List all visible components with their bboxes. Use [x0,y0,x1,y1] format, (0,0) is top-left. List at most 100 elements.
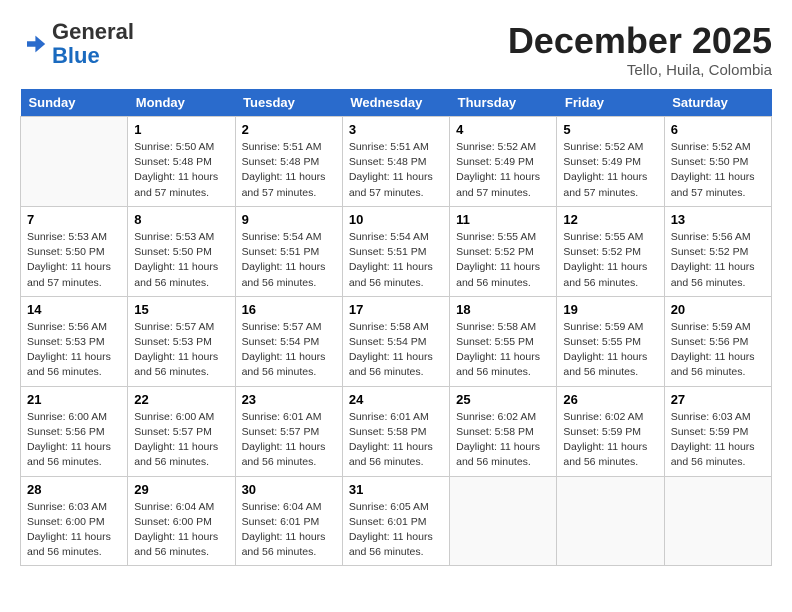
calendar-cell: 3 Sunrise: 5:51 AMSunset: 5:48 PMDaylight… [342,117,449,207]
day-number: 14 [27,302,121,317]
weekday-thursday: Thursday [450,89,557,117]
day-number: 26 [563,392,657,407]
weekday-saturday: Saturday [664,89,771,117]
calendar-cell: 11 Sunrise: 5:55 AMSunset: 5:52 PMDayligh… [450,206,557,296]
day-info: Sunrise: 5:57 AMSunset: 5:53 PMDaylight:… [134,320,228,381]
calendar-header: SundayMondayTuesdayWednesdayThursdayFrid… [21,89,772,117]
day-info: Sunrise: 5:53 AMSunset: 5:50 PMDaylight:… [134,230,228,291]
day-number: 19 [563,302,657,317]
day-number: 3 [349,122,443,137]
calendar-cell: 17 Sunrise: 5:58 AMSunset: 5:54 PMDayligh… [342,296,449,386]
day-info: Sunrise: 5:59 AMSunset: 5:56 PMDaylight:… [671,320,765,381]
title-block: December 2025 Tello, Huila, Colombia [508,20,772,79]
day-info: Sunrise: 5:58 AMSunset: 5:54 PMDaylight:… [349,320,443,381]
day-number: 9 [242,212,336,227]
day-number: 8 [134,212,228,227]
day-info: Sunrise: 6:02 AMSunset: 5:59 PMDaylight:… [563,410,657,471]
calendar-cell: 13 Sunrise: 5:56 AMSunset: 5:52 PMDayligh… [664,206,771,296]
day-info: Sunrise: 5:56 AMSunset: 5:53 PMDaylight:… [27,320,121,381]
weekday-wednesday: Wednesday [342,89,449,117]
logo-text: General Blue [52,20,134,68]
day-number: 2 [242,122,336,137]
calendar-cell: 21Sunrise: 6:00 AMSunset: 5:56 PMDayligh… [21,386,128,476]
logo-blue: Blue [52,43,100,68]
day-number: 6 [671,122,765,137]
day-number: 23 [242,392,336,407]
day-info: Sunrise: 6:02 AMSunset: 5:58 PMDaylight:… [456,410,550,471]
calendar-cell: 29 Sunrise: 6:04 AMSunset: 6:00 PMDayligh… [128,476,235,566]
calendar-cell: 9 Sunrise: 5:54 AMSunset: 5:51 PMDaylight… [235,206,342,296]
weekday-friday: Friday [557,89,664,117]
day-info: Sunrise: 5:52 AMSunset: 5:49 PMDaylight:… [563,140,657,201]
day-info: Sunrise: 5:53 AMSunset: 5:50 PMDaylight:… [27,230,121,291]
week-row-3: 21Sunrise: 6:00 AMSunset: 5:56 PMDayligh… [21,386,772,476]
day-info: Sunrise: 6:01 AMSunset: 5:58 PMDaylight:… [349,410,443,471]
day-info: Sunrise: 5:55 AMSunset: 5:52 PMDaylight:… [563,230,657,291]
day-number: 4 [456,122,550,137]
calendar-table: SundayMondayTuesdayWednesdayThursdayFrid… [20,89,772,566]
calendar-cell: 12 Sunrise: 5:55 AMSunset: 5:52 PMDayligh… [557,206,664,296]
day-number: 21 [27,392,121,407]
day-info: Sunrise: 5:54 AMSunset: 5:51 PMDaylight:… [349,230,443,291]
calendar-cell: 19 Sunrise: 5:59 AMSunset: 5:55 PMDayligh… [557,296,664,386]
day-number: 25 [456,392,550,407]
calendar-cell: 16Sunrise: 5:57 AMSunset: 5:54 PMDayligh… [235,296,342,386]
calendar-cell: 15 Sunrise: 5:57 AMSunset: 5:53 PMDayligh… [128,296,235,386]
logo-general: General [52,19,134,44]
day-number: 1 [134,122,228,137]
day-info: Sunrise: 6:05 AMSunset: 6:01 PMDaylight:… [349,500,443,561]
calendar-cell: 8 Sunrise: 5:53 AMSunset: 5:50 PMDaylight… [128,206,235,296]
weekday-header-row: SundayMondayTuesdayWednesdayThursdayFrid… [21,89,772,117]
day-number: 28 [27,482,121,497]
day-info: Sunrise: 5:51 AMSunset: 5:48 PMDaylight:… [242,140,336,201]
day-info: Sunrise: 6:01 AMSunset: 5:57 PMDaylight:… [242,410,336,471]
calendar-cell: 5 Sunrise: 5:52 AMSunset: 5:49 PMDaylight… [557,117,664,207]
calendar-cell [21,117,128,207]
calendar-cell: 25 Sunrise: 6:02 AMSunset: 5:58 PMDayligh… [450,386,557,476]
day-number: 15 [134,302,228,317]
day-info: Sunrise: 6:03 AMSunset: 5:59 PMDaylight:… [671,410,765,471]
day-number: 22 [134,392,228,407]
day-info: Sunrise: 5:52 AMSunset: 5:50 PMDaylight:… [671,140,765,201]
day-info: Sunrise: 5:51 AMSunset: 5:48 PMDaylight:… [349,140,443,201]
week-row-1: 7 Sunrise: 5:53 AMSunset: 5:50 PMDaylight… [21,206,772,296]
day-info: Sunrise: 6:00 AMSunset: 5:57 PMDaylight:… [134,410,228,471]
day-number: 5 [563,122,657,137]
day-info: Sunrise: 5:54 AMSunset: 5:51 PMDaylight:… [242,230,336,291]
week-row-0: 1 Sunrise: 5:50 AMSunset: 5:48 PMDaylight… [21,117,772,207]
calendar-cell: 28Sunrise: 6:03 AMSunset: 6:00 PMDayligh… [21,476,128,566]
day-info: Sunrise: 5:55 AMSunset: 5:52 PMDaylight:… [456,230,550,291]
day-number: 31 [349,482,443,497]
day-info: Sunrise: 6:04 AMSunset: 6:00 PMDaylight:… [134,500,228,561]
calendar-body: 1 Sunrise: 5:50 AMSunset: 5:48 PMDaylight… [21,117,772,566]
day-info: Sunrise: 6:04 AMSunset: 6:01 PMDaylight:… [242,500,336,561]
day-info: Sunrise: 5:56 AMSunset: 5:52 PMDaylight:… [671,230,765,291]
calendar-cell: 31 Sunrise: 6:05 AMSunset: 6:01 PMDayligh… [342,476,449,566]
calendar-cell: 10Sunrise: 5:54 AMSunset: 5:51 PMDayligh… [342,206,449,296]
calendar-cell: 30Sunrise: 6:04 AMSunset: 6:01 PMDayligh… [235,476,342,566]
logo: General Blue [20,20,134,68]
day-info: Sunrise: 5:59 AMSunset: 5:55 PMDaylight:… [563,320,657,381]
day-number: 29 [134,482,228,497]
calendar-cell: 1 Sunrise: 5:50 AMSunset: 5:48 PMDaylight… [128,117,235,207]
day-info: Sunrise: 5:50 AMSunset: 5:48 PMDaylight:… [134,140,228,201]
calendar-cell: 7 Sunrise: 5:53 AMSunset: 5:50 PMDaylight… [21,206,128,296]
day-info: Sunrise: 5:58 AMSunset: 5:55 PMDaylight:… [456,320,550,381]
day-number: 17 [349,302,443,317]
calendar-cell: 14 Sunrise: 5:56 AMSunset: 5:53 PMDayligh… [21,296,128,386]
calendar-cell [664,476,771,566]
calendar-cell: 27 Sunrise: 6:03 AMSunset: 5:59 PMDayligh… [664,386,771,476]
calendar-cell [557,476,664,566]
day-number: 11 [456,212,550,227]
day-number: 12 [563,212,657,227]
calendar-cell: 24Sunrise: 6:01 AMSunset: 5:58 PMDayligh… [342,386,449,476]
calendar-cell: 2 Sunrise: 5:51 AMSunset: 5:48 PMDaylight… [235,117,342,207]
calendar-cell: 26 Sunrise: 6:02 AMSunset: 5:59 PMDayligh… [557,386,664,476]
day-number: 13 [671,212,765,227]
day-number: 27 [671,392,765,407]
weekday-tuesday: Tuesday [235,89,342,117]
calendar-cell: 4Sunrise: 5:52 AMSunset: 5:49 PMDaylight… [450,117,557,207]
day-number: 18 [456,302,550,317]
calendar-cell: 20Sunrise: 5:59 AMSunset: 5:56 PMDayligh… [664,296,771,386]
day-number: 7 [27,212,121,227]
